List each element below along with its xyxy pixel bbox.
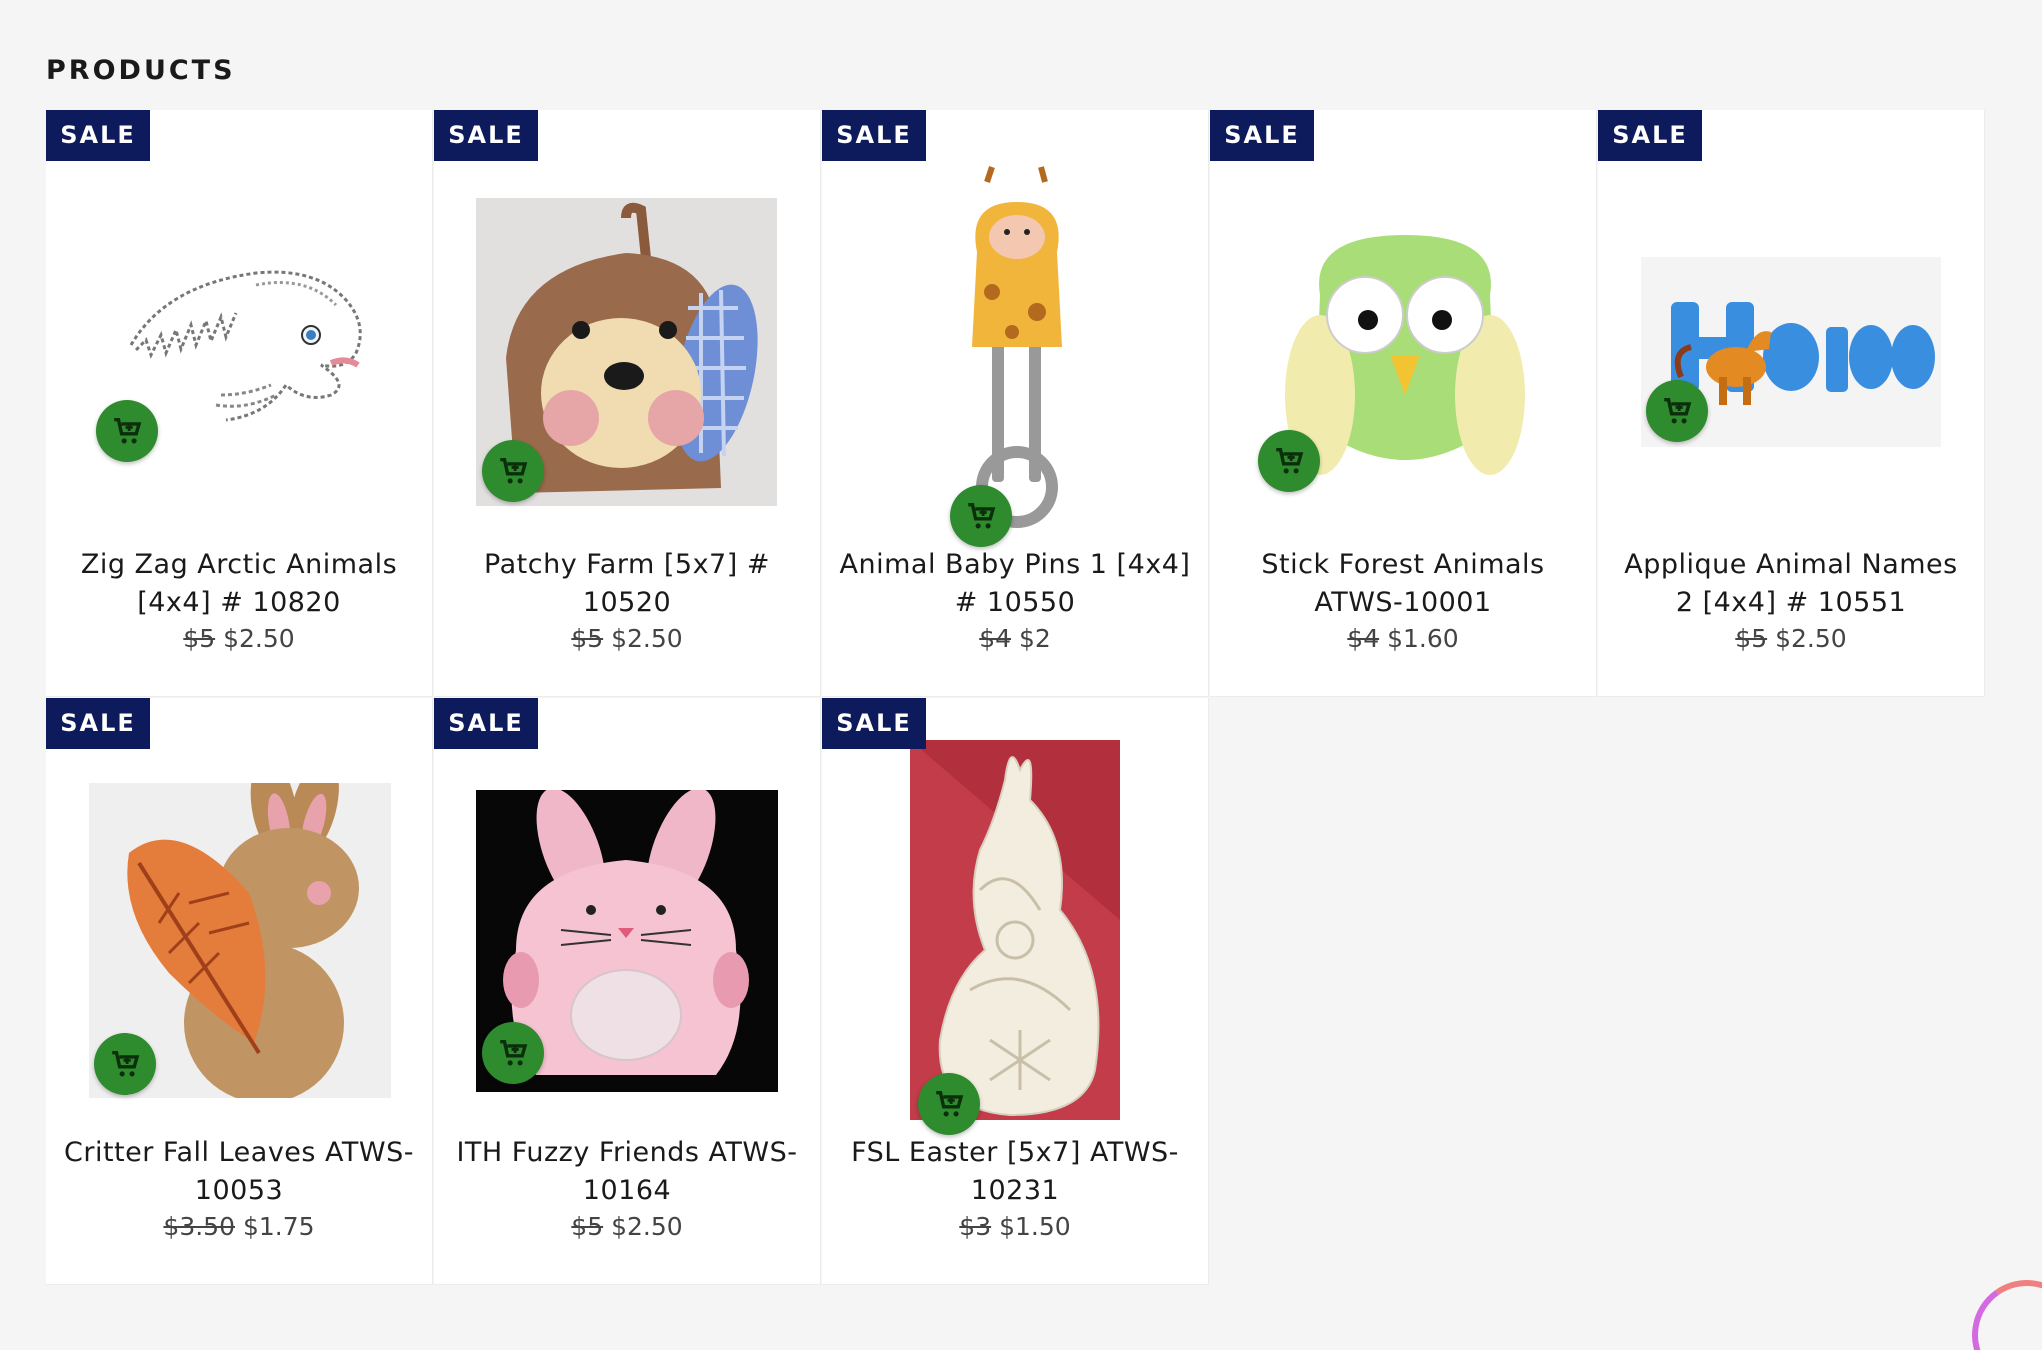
product-price: $4 $2 [822, 624, 1208, 653]
product-card[interactable]: SALE ITH Fuzzy Friends ATWS-10164 $5 $2.5… [434, 698, 821, 1285]
product-price: $3.50 $1.75 [46, 1212, 432, 1241]
add-to-cart-icon [936, 1090, 964, 1117]
product-price: $5 $2.50 [434, 1212, 820, 1241]
original-price: $3.50 [163, 1212, 235, 1241]
add-to-cart-button[interactable] [94, 1033, 156, 1095]
original-price: $4 [1347, 624, 1380, 653]
original-price: $5 [571, 1212, 604, 1241]
product-title[interactable]: Zig Zag Arctic Animals [4x4] # 10820 [60, 546, 418, 622]
add-to-cart-icon [114, 417, 142, 444]
product-price: $5 $2.50 [434, 624, 820, 653]
sale-badge: SALE [46, 698, 150, 749]
product-grid: SALE Zig Zag Arctic Animals [4x4] # 1082… [46, 110, 1986, 1286]
sale-price: $2.50 [611, 1212, 683, 1241]
sale-badge: SALE [1598, 110, 1702, 161]
add-to-cart-button[interactable] [1258, 430, 1320, 492]
product-card[interactable]: SALE Animal Baby Pins 1 [4x4] # 10550 $4… [822, 110, 1209, 697]
product-card[interactable]: SALE Critter Fall Leaves ATWS-10053 $3.5… [46, 698, 433, 1285]
sale-price: $2.50 [1775, 624, 1847, 653]
product-card[interactable]: SALE Patchy Farm [5x7] # 10520 $5 $2.50 [434, 110, 821, 697]
product-image[interactable] [957, 162, 1077, 532]
add-to-cart-button[interactable] [1646, 380, 1708, 442]
product-card[interactable]: SALE Applique Animal Names 2 [4x4] # 105… [1598, 110, 1985, 697]
sale-badge: SALE [822, 110, 926, 161]
product-title[interactable]: Animal Baby Pins 1 [4x4] # 10550 [836, 546, 1194, 622]
add-to-cart-icon [968, 502, 996, 529]
product-title[interactable]: FSL Easter [5x7] ATWS-10231 [836, 1134, 1194, 1210]
product-price: $4 $1.60 [1210, 624, 1596, 653]
product-price: $5 $2.50 [1598, 624, 1984, 653]
product-title[interactable]: ITH Fuzzy Friends ATWS-10164 [448, 1134, 806, 1210]
product-title[interactable]: Applique Animal Names 2 [4x4] # 10551 [1612, 546, 1970, 622]
sale-price: $2 [1019, 624, 1051, 653]
add-to-cart-button[interactable] [918, 1073, 980, 1135]
sale-price: $1.50 [999, 1212, 1071, 1241]
sale-price: $1.60 [1387, 624, 1459, 653]
add-to-cart-icon [112, 1050, 140, 1077]
product-card[interactable]: SALE FSL Easter [5x7] ATWS-10231 $3 $1.50 [822, 698, 1209, 1285]
section-title: PRODUCTS [46, 55, 236, 86]
sale-price: $2.50 [223, 624, 295, 653]
original-price: $5 [571, 624, 604, 653]
sale-badge: SALE [1210, 110, 1314, 161]
add-to-cart-icon [1276, 447, 1304, 474]
sale-badge: SALE [434, 698, 538, 749]
original-price: $3 [959, 1212, 992, 1241]
sale-price: $2.50 [611, 624, 683, 653]
sale-badge: SALE [434, 110, 538, 161]
product-image[interactable] [910, 740, 1120, 1120]
add-to-cart-icon [1664, 397, 1692, 424]
sale-price: $1.75 [243, 1212, 315, 1241]
original-price: $5 [183, 624, 216, 653]
sale-badge: SALE [46, 110, 150, 161]
product-price: $5 $2.50 [46, 624, 432, 653]
sale-badge: SALE [822, 698, 926, 749]
add-to-cart-button[interactable] [482, 1022, 544, 1084]
product-card[interactable]: SALE Stick Forest Animals ATWS-10001 $4 $… [1210, 110, 1597, 697]
original-price: $4 [979, 624, 1011, 653]
product-title[interactable]: Patchy Farm [5x7] # 10520 [448, 546, 806, 622]
product-title[interactable]: Critter Fall Leaves ATWS-10053 [60, 1134, 418, 1210]
product-card[interactable]: SALE Zig Zag Arctic Animals [4x4] # 1082… [46, 110, 433, 697]
add-to-cart-button[interactable] [482, 440, 544, 502]
product-title[interactable]: Stick Forest Animals ATWS-10001 [1224, 546, 1582, 622]
add-to-cart-button[interactable] [950, 485, 1012, 547]
add-to-cart-icon [500, 1039, 528, 1066]
product-price: $3 $1.50 [822, 1212, 1208, 1241]
add-to-cart-icon [500, 457, 528, 484]
original-price: $5 [1735, 624, 1768, 653]
add-to-cart-button[interactable] [96, 400, 158, 462]
